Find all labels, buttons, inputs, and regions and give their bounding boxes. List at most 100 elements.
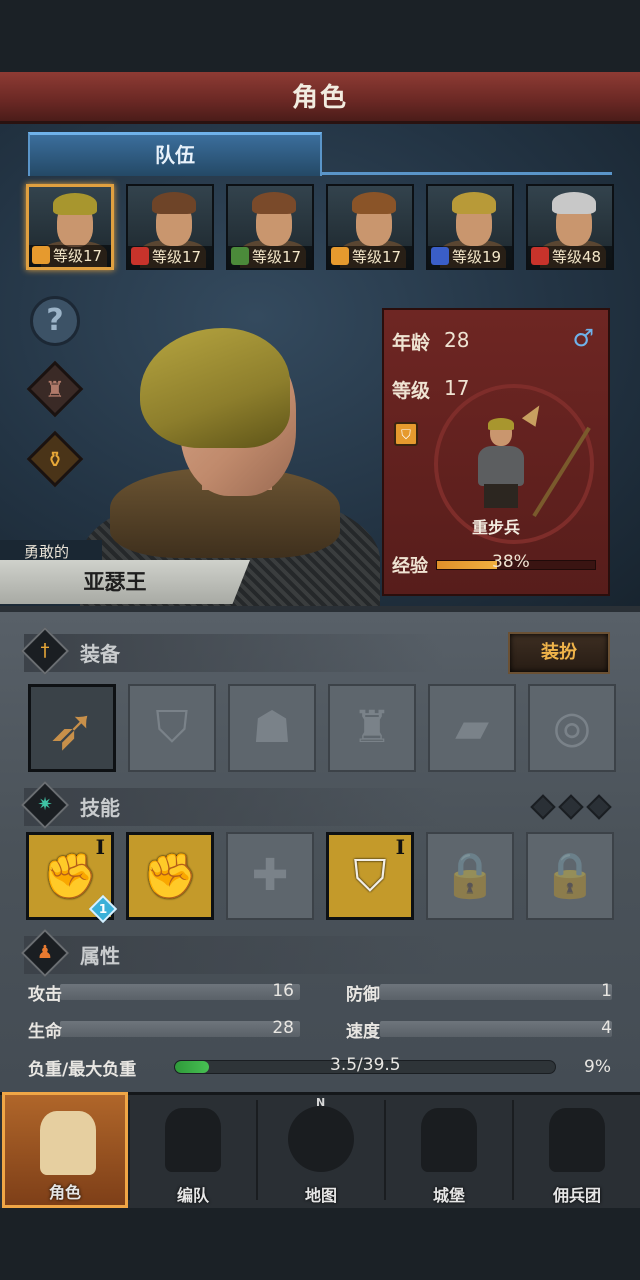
castle-icon [421, 1108, 477, 1172]
nav-item-label: 地图 [304, 1186, 337, 1205]
portrait-hair [452, 192, 496, 214]
exp-value: 38% [492, 552, 530, 572]
sword-icon: † [40, 640, 50, 661]
tab-team-label: 队伍 [155, 143, 195, 167]
exp-bar-fill [437, 561, 498, 569]
ring-slot-icon: ◎ [552, 702, 592, 753]
nav-item-knight[interactable]: 角色 [2, 1092, 128, 1208]
class-icon [531, 247, 549, 265]
skill-slot[interactable]: ✊ [126, 832, 214, 920]
nav-item-compass-map[interactable]: 地图 [258, 1092, 384, 1208]
nav-divider [128, 1100, 130, 1200]
equipment-slot[interactable]: ➶ [28, 684, 116, 772]
nav-item-castle[interactable]: 城堡 [386, 1092, 512, 1208]
attack-value: 16 [272, 981, 294, 1001]
party-member-portrait[interactable]: 等级48 [526, 184, 614, 270]
party-member-portrait[interactable]: 等级17 [226, 184, 314, 270]
equipment-slot[interactable]: ⛉ [128, 684, 216, 772]
class-icon [131, 247, 149, 265]
home-indicator-area [0, 1208, 640, 1280]
cross-skill-icon: ✚ [251, 850, 289, 901]
skill-slot[interactable]: ✊ I 1 [26, 832, 118, 924]
party-member-portrait[interactable]: 等级17 [26, 184, 114, 270]
nav-item-label: 城堡 [432, 1186, 465, 1205]
speed-label: 速度 [346, 1022, 380, 1042]
nav-divider [256, 1100, 258, 1200]
status-area [0, 0, 640, 72]
attack-label: 攻击 [28, 985, 62, 1005]
nav-item-label: 角色 [48, 1183, 81, 1202]
skills-header: ✷ 技能 [20, 780, 444, 830]
skill-upgrade-count: 1 [98, 902, 108, 916]
shield-class-icon: ⛉ [394, 422, 418, 446]
age-value: 28 [444, 328, 470, 352]
equipment-slot[interactable]: ☗ [228, 684, 316, 772]
star-icon: ✷ [37, 794, 53, 815]
load-label: 负重/最大负重 [28, 1060, 137, 1080]
male-icon: ♂ [572, 324, 594, 352]
skill-slot[interactable]: 🔒 [426, 832, 514, 920]
class-icon [431, 247, 449, 265]
helmet-icon [165, 1108, 221, 1172]
skills-title: 技能 [80, 796, 120, 820]
nav-divider [384, 1100, 386, 1200]
portrait-hair [352, 192, 396, 214]
nav-item-label: 佣兵团 [552, 1186, 601, 1205]
portrait-hair [252, 192, 296, 214]
spear-icon: ➶ [47, 695, 97, 763]
person-icon: ♟ [36, 942, 54, 963]
question-icon: ? [46, 303, 64, 338]
hero-name: 亚瑟王 [83, 570, 147, 594]
skill-slot[interactable]: 🔒 [526, 832, 614, 920]
load-value: 3.5/39.5 [330, 1055, 401, 1075]
exp-label: 经验 [392, 556, 428, 577]
party-member-portrait[interactable]: 等级17 [326, 184, 414, 270]
dress-up-button[interactable]: 装扮 [508, 632, 610, 674]
hp-label: 生命 [28, 1022, 62, 1042]
attributes-header: ♟ 属性 [20, 928, 444, 978]
party-member-portrait[interactable]: 等级17 [126, 184, 214, 270]
boots-slot-icon: ▰ [455, 702, 489, 753]
nav-item-mercenary-flag[interactable]: 佣兵团 [514, 1092, 640, 1208]
hero-hair [140, 328, 290, 448]
nav-divider [512, 1100, 514, 1200]
shield-slot-icon: ⛉ [155, 702, 189, 753]
equipment-slot[interactable]: ▰ [428, 684, 516, 772]
hero-epithet-text: 勇敢的 [24, 543, 70, 561]
equipment-title: 装备 [80, 642, 120, 666]
party-member-portrait[interactable]: 等级19 [426, 184, 514, 270]
nav-item-helmet[interactable]: 编队 [130, 1092, 256, 1208]
load-percent: 9% [584, 1057, 611, 1077]
equipment-slot[interactable]: ◎ [528, 684, 616, 772]
speed-value: 4 [601, 1018, 612, 1038]
compass-map-icon [288, 1106, 354, 1172]
party-member-level: 等级19 [452, 248, 502, 266]
portrait-hair [552, 192, 596, 214]
unit-class-name: 重步兵 [471, 518, 520, 537]
lock-icon: 🔒 [442, 850, 498, 901]
armor-slot-icon: ♜ [352, 702, 392, 753]
class-icon [231, 247, 249, 265]
tab-underline [322, 172, 612, 175]
party-member-level: 等级17 [252, 248, 302, 266]
potion-icon: ⚱ [45, 448, 65, 474]
compass-north-mark: N [316, 1096, 326, 1109]
dress-up-label: 装扮 [541, 642, 577, 663]
hero-name-banner: 亚瑟王 [0, 560, 250, 604]
skill-slot[interactable]: ⛉ I [326, 832, 414, 920]
equipment-header: † 装备 [20, 626, 444, 676]
portrait-hair [53, 193, 97, 215]
equipment-slot[interactable]: ♜ [328, 684, 416, 772]
helmet-slot-icon: ☗ [252, 702, 292, 753]
skill-slot[interactable]: ✚ [226, 832, 314, 920]
portrait-hair [152, 192, 196, 214]
party-member-level: 等级17 [352, 248, 402, 266]
level-value: 17 [444, 376, 470, 400]
info-card: 年龄 28 ♂ 等级 17 ⛉ 重步兵 经验 38% [382, 308, 610, 596]
load-bar-fill [175, 1061, 210, 1073]
armor-icon: ♜ [45, 378, 65, 404]
party-member-level: 等级48 [552, 248, 602, 266]
tab-team[interactable]: 队伍 [28, 132, 322, 176]
party-member-level: 等级17 [152, 248, 202, 266]
page-title: 角色 [291, 83, 348, 113]
